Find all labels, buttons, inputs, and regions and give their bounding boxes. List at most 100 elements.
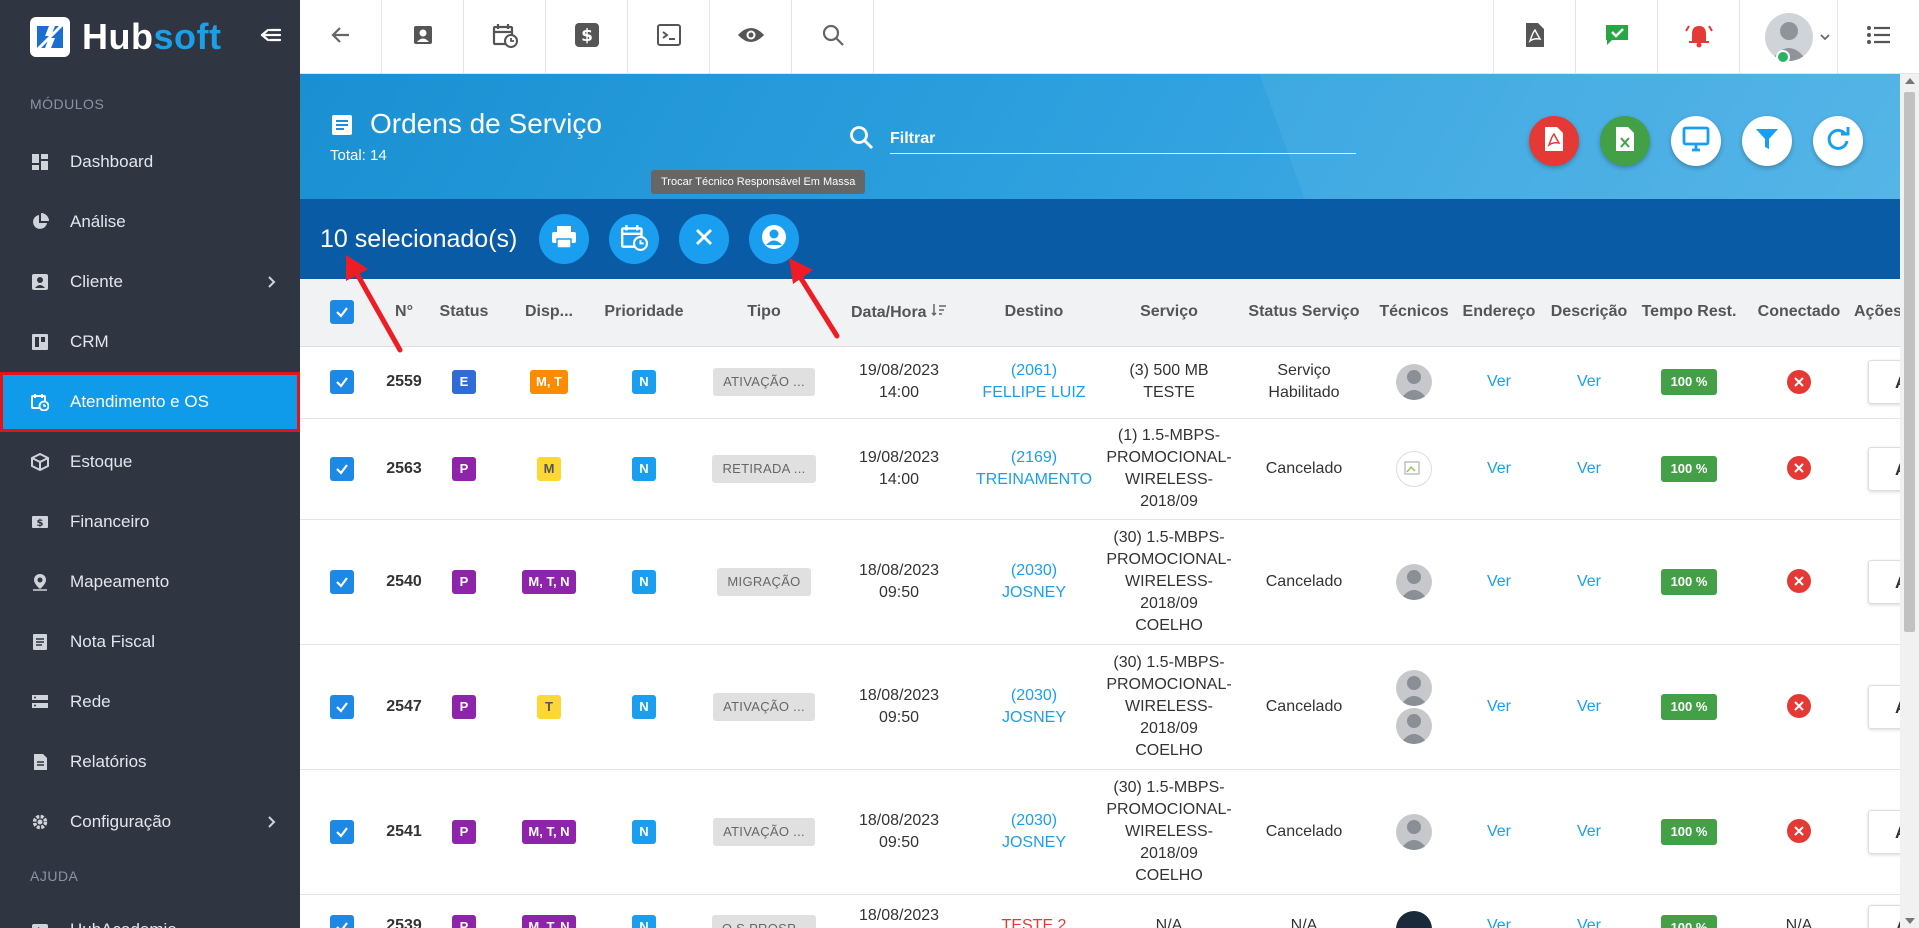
table-row[interactable]: 2547 P T N ATIVAÇÃO ... 18/08/2023 09:50 … <box>300 644 1900 770</box>
sidebar-item-financeiro[interactable]: $ Financeiro <box>0 492 300 552</box>
destination-name-link[interactable]: JOSNEY <box>964 582 1104 604</box>
service-orders-shortcut-button[interactable] <box>464 0 546 74</box>
destination-cell[interactable]: TESTE 2 <box>964 894 1104 928</box>
sidebar-item-atendimento-os[interactable]: Atendimento e OS <box>0 372 300 432</box>
pdf-button[interactable] <box>1493 0 1575 74</box>
advanced-filter-button[interactable] <box>1742 116 1792 166</box>
sidebar-item-mapeamento[interactable]: Mapeamento <box>0 552 300 612</box>
scroll-thumb[interactable] <box>1904 92 1915 632</box>
search-shortcut-button[interactable] <box>792 0 874 74</box>
actions-button[interactable]: AÇÕ <box>1868 809 1900 854</box>
technician-avatar[interactable] <box>1396 813 1432 850</box>
collapse-menu-icon[interactable] <box>258 22 284 48</box>
change-technician-button[interactable] <box>749 214 800 264</box>
address-link[interactable]: Ver <box>1487 917 1511 928</box>
column-header-data-hora[interactable]: Data/Hora <box>834 279 964 347</box>
column-header-numero[interactable]: N° <box>384 279 424 347</box>
refresh-button[interactable] <box>1813 116 1863 166</box>
table-row[interactable]: 2540 P M, T, N N MIGRAÇÃO 18/08/2023 09:5… <box>300 519 1900 645</box>
list-menu-button[interactable] <box>1837 0 1919 74</box>
table-row[interactable]: 2541 P M, T, N N ATIVAÇÃO ... 18/08/2023… <box>300 769 1900 895</box>
actions-button[interactable]: AÇÕ <box>1868 904 1900 928</box>
sidebar-item-dashboard[interactable]: Dashboard <box>0 132 300 192</box>
actions-button[interactable]: AÇÕ <box>1868 446 1900 491</box>
destination-name-link[interactable]: FELLIPE LUIZ <box>964 382 1104 404</box>
column-header-servico[interactable]: Serviço <box>1104 279 1234 347</box>
address-link[interactable]: Ver <box>1487 573 1511 590</box>
display-button[interactable] <box>1671 116 1721 166</box>
destination-code-link[interactable]: (2030) <box>964 560 1104 582</box>
row-checkbox[interactable] <box>330 694 354 719</box>
column-header-status[interactable]: Status <box>424 279 504 347</box>
clients-shortcut-button[interactable] <box>382 0 464 74</box>
row-checkbox[interactable] <box>330 370 354 394</box>
export-pdf-button[interactable] <box>1529 116 1579 166</box>
destination-code-link[interactable]: (2061) <box>964 360 1104 382</box>
destination-code-link[interactable]: (2030) <box>964 810 1104 832</box>
financial-shortcut-button[interactable]: $ <box>546 0 628 74</box>
actions-button[interactable]: AÇÕ <box>1868 684 1900 729</box>
select-all-checkbox[interactable] <box>330 300 354 325</box>
destination-name-link[interactable]: JOSNEY <box>964 832 1104 854</box>
destination-cell[interactable]: (2169) TREINAMENTO <box>964 418 1104 520</box>
reschedule-selected-button[interactable] <box>609 214 660 264</box>
address-link[interactable]: Ver <box>1487 823 1511 840</box>
destination-code-link[interactable]: (2169) <box>964 447 1104 469</box>
destination-cell[interactable]: (2030) JOSNEY <box>964 769 1104 895</box>
sidebar-item-configuracao[interactable]: Configuração <box>0 792 300 852</box>
sidebar-item-rede[interactable]: Rede <box>0 672 300 732</box>
column-header-destino[interactable]: Destino <box>964 279 1104 347</box>
table-row[interactable]: 2539 P M, T, N N O.S PROSP... 18/08/2023… <box>300 894 1900 928</box>
row-checkbox[interactable] <box>330 819 354 844</box>
filter-input[interactable] <box>890 124 1356 154</box>
column-header-prioridade[interactable]: Prioridade <box>594 279 694 347</box>
alerts-button[interactable] <box>1657 0 1739 74</box>
description-link[interactable]: Ver <box>1577 917 1601 928</box>
table-row[interactable]: 2563 P M N RETIRADA ... 19/08/2023 14:00 … <box>300 418 1900 520</box>
tasks-button[interactable] <box>1575 0 1657 74</box>
scroll-down-arrow-icon[interactable] <box>1905 918 1915 924</box>
scroll-up-arrow-icon[interactable] <box>1905 78 1915 84</box>
technician-avatar[interactable] <box>1396 669 1432 706</box>
sidebar-item-estoque[interactable]: Estoque <box>0 432 300 492</box>
print-selected-button[interactable] <box>539 214 590 264</box>
column-header-tecnicos[interactable]: Técnicos <box>1374 279 1454 347</box>
sidebar-item-analise[interactable]: Análise <box>0 192 300 252</box>
address-link[interactable]: Ver <box>1487 373 1511 390</box>
destination-name-link[interactable]: TESTE 2 <box>1002 917 1067 928</box>
row-checkbox[interactable] <box>330 456 354 481</box>
destination-name-link[interactable]: TREINAMENTO <box>964 469 1104 491</box>
column-header-conectado[interactable]: Conectado <box>1744 279 1854 347</box>
technician-avatar[interactable] <box>1396 910 1432 928</box>
destination-name-link[interactable]: JOSNEY <box>964 707 1104 729</box>
column-header-tempo-rest[interactable]: Tempo Rest. <box>1634 279 1744 347</box>
actions-button[interactable]: AÇÕ <box>1868 559 1900 604</box>
description-link[interactable]: Ver <box>1577 373 1601 390</box>
technician-avatar[interactable] <box>1396 707 1432 744</box>
row-checkbox[interactable] <box>330 569 354 594</box>
destination-cell[interactable]: (2061) FELLIPE LUIZ <box>964 346 1104 419</box>
address-link[interactable]: Ver <box>1487 460 1511 477</box>
sidebar-item-nota-fiscal[interactable]: Nota Fiscal <box>0 612 300 672</box>
page-scrollbar[interactable] <box>1900 74 1919 928</box>
destination-cell[interactable]: (2030) JOSNEY <box>964 644 1104 770</box>
actions-button[interactable]: AÇÕ <box>1868 360 1900 404</box>
sidebar-item-cliente[interactable]: Cliente <box>0 252 300 312</box>
technician-avatar[interactable] <box>1396 450 1432 487</box>
column-header-disp[interactable]: Disp... <box>504 279 594 347</box>
brand[interactable]: Hubsoft <box>0 0 300 74</box>
description-link[interactable]: Ver <box>1577 698 1601 715</box>
destination-code-link[interactable]: (2030) <box>964 685 1104 707</box>
column-header-status-servico[interactable]: Status Serviço <box>1234 279 1374 347</box>
sidebar-item-crm[interactable]: CRM <box>0 312 300 372</box>
view-shortcut-button[interactable] <box>710 0 792 74</box>
sidebar-item-hubacademia[interactable]: HubAcademia <box>0 900 300 928</box>
table-row[interactable]: 2559 E M, T N ATIVAÇÃO ... 19/08/2023 14:… <box>300 346 1900 419</box>
description-link[interactable]: Ver <box>1577 823 1601 840</box>
description-link[interactable]: Ver <box>1577 573 1601 590</box>
terminal-shortcut-button[interactable] <box>628 0 710 74</box>
destination-cell[interactable]: (2030) JOSNEY <box>964 519 1104 645</box>
clear-selection-button[interactable] <box>679 214 730 264</box>
sidebar-item-relatorios[interactable]: Relatórios <box>0 732 300 792</box>
back-button[interactable] <box>300 0 382 74</box>
